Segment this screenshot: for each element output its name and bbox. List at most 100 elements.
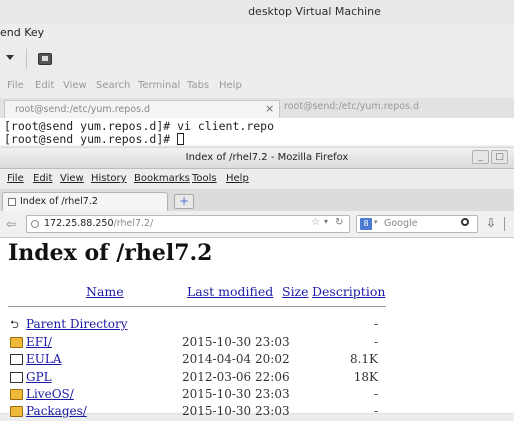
column-header-name[interactable]: Name bbox=[86, 284, 124, 299]
entry-size: - bbox=[373, 387, 378, 401]
fullscreen-monitor-icon[interactable] bbox=[38, 53, 52, 65]
firefox-menubar: File Edit View History Bookmarks Tools H… bbox=[0, 169, 514, 189]
firefox-tab[interactable]: Index of /rhel7.2 bbox=[2, 192, 168, 211]
terminal-menu-terminal[interactable]: Terminal bbox=[138, 80, 180, 91]
terminal-menu-view[interactable]: View bbox=[63, 80, 87, 91]
firefox-menu-history[interactable]: History bbox=[91, 173, 127, 184]
firefox-window-title: Index of /rhel7.2 - Mozilla Firefox bbox=[185, 152, 349, 163]
new-tab-button[interactable]: + bbox=[174, 194, 194, 209]
document-icon bbox=[10, 372, 23, 383]
entry-link[interactable]: Packages/ bbox=[26, 404, 87, 418]
url-text: 172.25.88.250/rhel7.2/ bbox=[44, 218, 153, 229]
firefox-menu-label: File bbox=[7, 173, 24, 184]
firefox-titlebar: Index of /rhel7.2 - Mozilla Firefox _ □ bbox=[0, 148, 514, 169]
column-header-last-modified[interactable]: Last modified bbox=[187, 284, 273, 299]
terminal-menu-file[interactable]: File bbox=[7, 80, 24, 91]
terminal-tabbar: root@send:/etc/yum.repos.d × root@send:/… bbox=[0, 98, 514, 118]
firefox-menu-label: History bbox=[91, 173, 127, 184]
entry-size: 18K bbox=[353, 370, 378, 384]
firefox-menu-tools[interactable]: Tools bbox=[192, 173, 217, 184]
firefox-tabbar: Index of /rhel7.2 + bbox=[0, 189, 514, 212]
toolbar-separator bbox=[26, 49, 27, 69]
folder-icon bbox=[10, 337, 23, 348]
terminal-cursor bbox=[177, 133, 185, 145]
search-placeholder: Google bbox=[384, 218, 418, 229]
toolbar-overflow[interactable] bbox=[504, 217, 513, 231]
firefox-menu-help[interactable]: Help bbox=[226, 173, 249, 184]
table-row: ⮌ Parent Directory - bbox=[8, 317, 378, 334]
folder-icon bbox=[10, 389, 23, 400]
terminal-menu-help[interactable]: Help bbox=[219, 80, 242, 91]
dropdown-arrow-icon[interactable] bbox=[6, 55, 14, 60]
entry-date: 2014-04-04 20:02 bbox=[182, 352, 290, 366]
page-favicon-icon bbox=[8, 198, 16, 206]
entry-date: 2015-10-30 23:03 bbox=[182, 404, 290, 418]
vm-toolbar bbox=[0, 44, 514, 75]
entry-link[interactable]: LiveOS/ bbox=[26, 387, 74, 401]
entry-date: 2015-10-30 23:03 bbox=[182, 387, 290, 401]
terminal-line: [root@send yum.repos.d]# vi client.repo bbox=[4, 119, 275, 133]
terminal-menu-edit[interactable]: Edit bbox=[35, 80, 54, 91]
entry-date: 2012-03-06 22:06 bbox=[182, 370, 290, 384]
firefox-menu-label: View bbox=[60, 173, 84, 184]
firefox-tab-label: Index of /rhel7.2 bbox=[20, 196, 98, 207]
column-header-description[interactable]: Description bbox=[312, 284, 385, 299]
firefox-navbar: ⇦ 172.25.88.250/rhel7.2/ ☆ ▾ ↻ 8 ▾ Googl… bbox=[0, 211, 514, 238]
terminal-output[interactable]: [root@send yum.repos.d]# vi client.repo … bbox=[0, 118, 514, 148]
entry-link[interactable]: GPL bbox=[26, 370, 52, 384]
url-host: 172.25.88.250 bbox=[44, 218, 114, 229]
table-row: EULA 2014-04-04 20:02 8.1K bbox=[8, 352, 378, 369]
terminal-tab-inactive[interactable]: root@send:/etc/yum.repos.d bbox=[284, 101, 419, 112]
firefox-menu-view[interactable]: View bbox=[60, 173, 84, 184]
minimize-button[interactable]: _ bbox=[472, 150, 489, 164]
search-engine-badge[interactable]: 8 bbox=[360, 218, 372, 230]
entry-size: - bbox=[373, 317, 378, 331]
search-bar[interactable]: 8 ▾ Google bbox=[356, 215, 478, 233]
entry-date: 2015-10-30 23:03 bbox=[182, 335, 290, 349]
entry-link[interactable]: Parent Directory bbox=[26, 317, 127, 331]
url-bar[interactable]: 172.25.88.250/rhel7.2/ ☆ ▾ ↻ bbox=[26, 215, 350, 233]
back-arrow-icon[interactable]: ⇦ bbox=[6, 217, 16, 231]
terminal-menu-tabs[interactable]: Tabs bbox=[187, 80, 209, 91]
entry-size: - bbox=[373, 404, 378, 418]
entry-link[interactable]: EFI/ bbox=[26, 335, 52, 349]
terminal-tab-active[interactable]: root@send:/etc/yum.repos.d × bbox=[4, 100, 280, 118]
entry-link[interactable]: EULA bbox=[26, 352, 62, 366]
document-icon bbox=[10, 354, 23, 365]
terminal-menu-search[interactable]: Search bbox=[96, 80, 130, 91]
firefox-menu-bookmarks[interactable]: Bookmarks bbox=[134, 173, 190, 184]
terminal-line: [root@send yum.repos.d]# bbox=[4, 132, 185, 146]
firefox-menu-label: Tools bbox=[192, 173, 217, 184]
column-header-size[interactable]: Size bbox=[282, 284, 309, 299]
search-icon[interactable] bbox=[461, 218, 469, 226]
download-icon[interactable]: ⇩ bbox=[486, 216, 496, 230]
back-arrow-icon: ⮌ bbox=[10, 318, 19, 331]
dropdown-arrow-icon[interactable]: ▾ bbox=[374, 218, 378, 226]
firefox-menu-edit[interactable]: Edit bbox=[33, 173, 52, 184]
globe-icon bbox=[31, 220, 39, 228]
vm-menu-send-key[interactable]: end Key bbox=[0, 26, 44, 42]
firefox-menu-label: Edit bbox=[33, 173, 53, 184]
divider bbox=[8, 306, 386, 307]
vm-window-title: desktop Virtual Machine bbox=[248, 5, 381, 18]
terminal-tab-label: root@send:/etc/yum.repos.d bbox=[15, 104, 151, 115]
bookmark-star-icon[interactable]: ☆ bbox=[311, 217, 320, 228]
maximize-button[interactable]: □ bbox=[491, 150, 508, 164]
dropdown-arrow-icon[interactable]: ▾ bbox=[324, 217, 328, 226]
terminal-menubar: File Edit View Search Terminal Tabs Help bbox=[0, 74, 514, 98]
page-content: Index of /rhel7.2 Name Last modified Siz… bbox=[0, 238, 514, 418]
reload-icon[interactable]: ↻ bbox=[335, 217, 343, 228]
terminal-tab-label: root@send:/etc/yum.repos.d bbox=[284, 101, 420, 112]
terminal-prompt: [root@send yum.repos.d]# bbox=[4, 132, 178, 146]
firefox-menu-label: Bookmarks bbox=[134, 173, 190, 184]
table-row: LiveOS/ 2015-10-30 23:03 - bbox=[8, 387, 378, 404]
url-path: /rhel7.2/ bbox=[113, 218, 154, 229]
table-row: GPL 2012-03-06 22:06 18K bbox=[8, 370, 378, 387]
vm-titlebar: desktop Virtual Machine bbox=[0, 0, 514, 24]
firefox-menu-file[interactable]: File bbox=[7, 173, 24, 184]
folder-icon bbox=[10, 406, 23, 417]
close-icon[interactable]: × bbox=[265, 102, 274, 115]
firefox-menu-label: Help bbox=[226, 173, 249, 184]
table-row: EFI/ 2015-10-30 23:03 - bbox=[8, 335, 378, 352]
entry-size: - bbox=[373, 335, 378, 349]
